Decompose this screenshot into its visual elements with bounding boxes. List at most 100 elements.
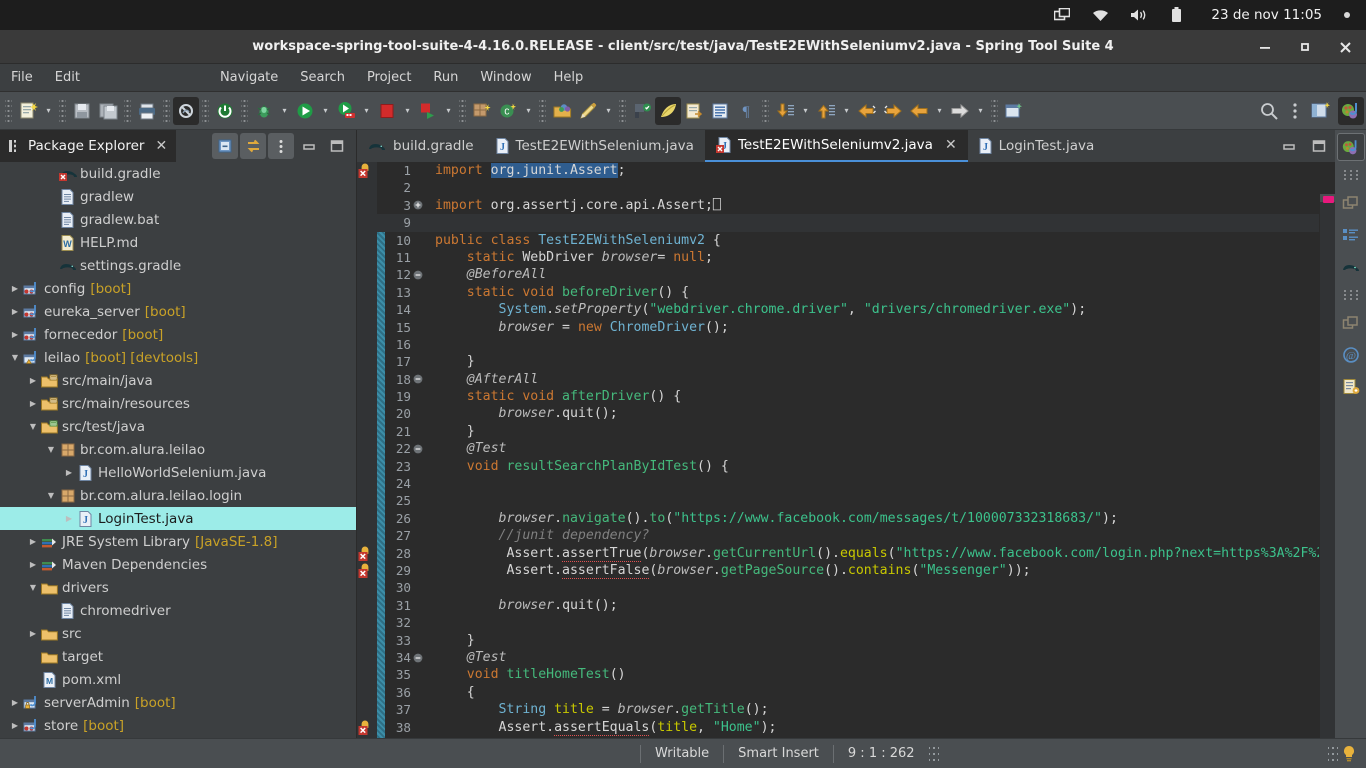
overview-error-marker[interactable] [1323,196,1334,203]
run-server-icon[interactable] [333,97,359,125]
editor-tab-close-icon[interactable]: ✕ [945,137,957,153]
tree-item-build-gradle[interactable]: build.gradle [0,162,356,185]
back-arrow-icon[interactable] [906,97,932,125]
os-datetime[interactable]: 23 de nov 11:05 [1211,7,1322,23]
code-line[interactable]: 14 System.setProperty("webdriver.chrome.… [357,301,1335,318]
chevron-down-icon[interactable]: ▼ [26,576,40,599]
menu-run[interactable]: Run [422,67,469,88]
restore-view-2-icon[interactable] [1337,309,1365,337]
chevron-down-icon[interactable]: ▼ [44,484,58,507]
tree-item-settings-gradle[interactable]: settings.gradle [0,254,356,277]
tree-item-gradlew-bat[interactable]: gradlew.bat [0,208,356,231]
menu-project[interactable]: Project [356,67,422,88]
code-line[interactable]: 25 [357,492,1335,509]
chevron-right-icon[interactable]: ▶ [8,691,22,714]
code-line[interactable]: 36 { [357,684,1335,701]
forward-orange-icon[interactable] [880,97,906,125]
chevron-right-icon[interactable]: ▶ [26,530,40,553]
run-play-icon[interactable] [292,97,318,125]
code-line[interactable]: 20 browser.quit(); [357,405,1335,422]
next-annotation-dropdown-icon[interactable]: ▾ [798,97,813,125]
tree-item-leilao[interactable]: ▼ leilao [boot] [devtools] [0,346,356,369]
menu-search[interactable]: Search [289,67,356,88]
search-icon[interactable] [1256,97,1282,125]
chevron-right-icon[interactable]: ▶ [26,392,40,415]
run-last-icon[interactable] [415,97,441,125]
forward-dropdown-icon[interactable]: ▾ [973,97,988,125]
pencil-icon[interactable] [575,97,601,125]
minimize-button[interactable] [1252,34,1278,60]
new-class-dropdown-icon[interactable]: ▾ [521,97,536,125]
tree-item-src-main-resources[interactable]: ▶ src/main/resources [0,392,356,415]
previous-annotation-dropdown-icon[interactable]: ▾ [839,97,854,125]
overview-ruler[interactable] [1319,194,1335,738]
pilcrow-icon[interactable]: ¶ [733,97,759,125]
menu-help[interactable]: Help [543,67,595,88]
maximize-view-icon[interactable] [324,133,350,159]
code-line[interactable]: 2 [357,179,1335,196]
status-overflow-right-icon[interactable] [1328,743,1338,764]
tree-item-config[interactable]: ▶ config [boot] [0,277,356,300]
debug-bug-icon[interactable] [251,97,277,125]
fold-collapse-icon[interactable] [411,270,425,280]
close-button[interactable] [1332,34,1358,60]
code-line[interactable]: 30 [357,579,1335,596]
back-orange-icon[interactable] [854,97,880,125]
code-line[interactable]: 28 Assert.assertTrue (browser.getCurrentU… [357,545,1335,562]
code-line[interactable]: 31 browser.quit(); [357,597,1335,614]
fold-expand-icon[interactable] [411,200,425,210]
maximize-editor-icon[interactable] [1311,138,1327,154]
chevron-right-icon[interactable]: ▶ [8,300,22,323]
lightbulb-icon[interactable] [1338,739,1366,768]
new-window-icon[interactable] [1001,97,1027,125]
source-code[interactable]: 1 import org.junit.Assert; 2 3 import org.as… [357,162,1335,738]
chevron-right-icon[interactable]: ▶ [62,507,76,530]
overflow-menu-icon[interactable] [1282,97,1308,125]
code-line[interactable]: 15 browser = new ChromeDriver(); [357,319,1335,336]
tree-item-br-com-alura-leilao-login[interactable]: ▼ br.com.alura.leilao.login [0,484,356,507]
chevron-right-icon[interactable]: ▶ [26,553,40,576]
code-line[interactable]: 21 } [357,423,1335,440]
previous-annotation-icon[interactable] [813,97,839,125]
external-tools-icon[interactable] [681,97,707,125]
save-all-icon[interactable] [95,97,121,125]
collapse-all-icon[interactable] [212,133,238,159]
code-line[interactable]: 10 public class TestE2EWithSeleniumv2 { [357,232,1335,249]
package-explorer-close-icon[interactable]: ✕ [155,138,167,154]
debug-dropdown-icon[interactable]: ▾ [277,97,292,125]
menu-file[interactable]: File [0,67,44,88]
spring-perspective-icon[interactable] [1336,133,1365,161]
next-annotation-icon[interactable] [772,97,798,125]
run-dropdown-icon[interactable]: ▾ [318,97,333,125]
chevron-right-icon[interactable]: ▶ [8,323,22,346]
pencil-dropdown-icon[interactable]: ▾ [601,97,616,125]
tree-item-gradlew[interactable]: gradlew [0,185,356,208]
code-line[interactable]: 33 } [357,632,1335,649]
code-editor[interactable]: 1 import org.junit.Assert; 2 3 import org.as… [357,162,1335,738]
session-indicator-icon[interactable] [1344,12,1350,18]
tree-item-logintest-java[interactable]: ▶ J LoginTest.java [0,507,356,530]
tree-item-target[interactable]: target [0,645,356,668]
code-line[interactable]: 17 } [357,353,1335,370]
tree-item-eureka-server[interactable]: ▶ eureka_server [boot] [0,300,356,323]
code-line[interactable]: 13 static void beforeDriver() { [357,284,1335,301]
outline-view-icon[interactable] [1337,221,1365,249]
back-dropdown-icon[interactable]: ▾ [932,97,947,125]
spring-leaf-icon[interactable] [655,96,681,125]
code-line[interactable]: 27 //junit dependency? [357,527,1335,544]
tree-item-src[interactable]: ▶ src [0,622,356,645]
tree-item-help-md[interactable]: W HELP.md [0,231,356,254]
code-line[interactable]: 24 [357,475,1335,492]
wifi-icon[interactable] [1091,6,1109,24]
code-line[interactable]: 16 [357,336,1335,353]
menu-navigate[interactable]: Navigate [209,67,289,88]
restore-view-icon[interactable] [1337,189,1365,217]
code-line[interactable]: 19 static void afterDriver() { [357,388,1335,405]
minimize-view-icon[interactable] [296,133,322,159]
editor-tab-build-gradle[interactable]: build.gradle [357,130,485,162]
print-icon[interactable] [134,97,160,125]
tree-item-pom-xml[interactable]: Mpom.xml [0,668,356,691]
new-file-icon[interactable] [15,97,41,125]
editor-tab-teste2ewithseleniumv2-java[interactable]: J TestE2EWithSeleniumv2.java ✕ [704,130,968,162]
tree-item-src-main-java[interactable]: ▶ src/main/java [0,369,356,392]
